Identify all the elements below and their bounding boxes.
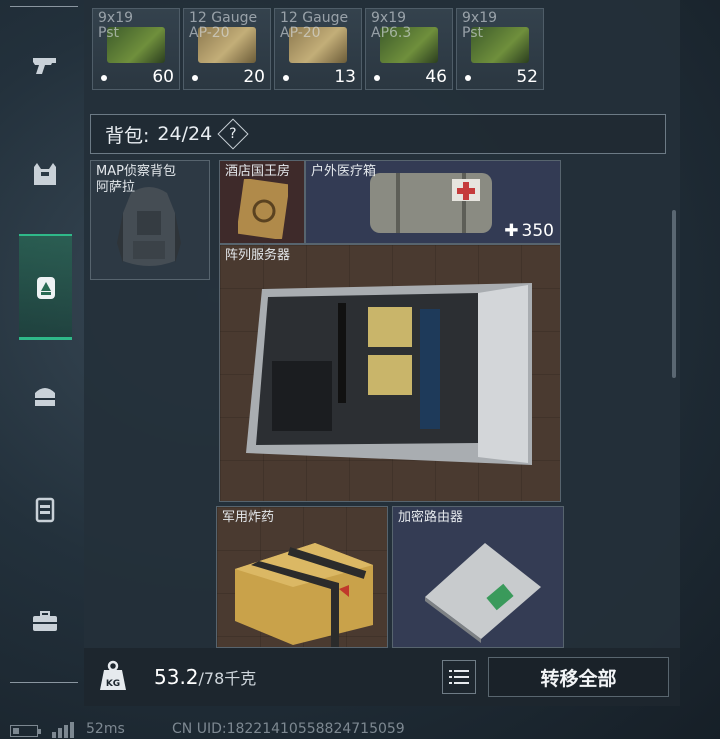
medkit-value: ✚ 350 [504,221,554,241]
item-recon-backpack[interactable]: MAP侦察背包 阿萨拉 [90,160,210,280]
ammo-caliber: 9x19 Pst [462,10,498,41]
keycard-image [238,179,288,239]
transfer-all-button[interactable]: 转移全部 [488,657,669,697]
ping-readout: 52ms [86,721,125,737]
medkit-image [370,173,492,233]
explosive-crate-image [235,543,373,647]
side-rail [0,0,84,739]
ammo-quantity: 46 [425,67,447,87]
scrollbar[interactable] [672,210,676,378]
item-name: 加密路由器 [398,510,464,525]
ammo-marker [192,75,198,81]
carry-weight: 53.2/78千克 [154,665,256,689]
svg-text:KG: KG [106,679,120,689]
backpack-capacity: 24/24 [157,123,213,145]
rail-bottom-divider [10,682,78,683]
ammo-caliber: 12 Gauge AP-20 [189,10,258,41]
briefcase-icon [33,611,57,631]
bottom-bar: KG 53.2/78千克 转移全部 [84,648,680,706]
backpack-image [117,187,181,266]
router-image [425,543,541,643]
ammo-quantity: 60 [152,67,174,87]
ammo-slot[interactable]: 9x19 Pst 52 [456,8,544,90]
rail-tab-vest[interactable] [18,148,72,202]
ammo-marker [283,75,289,81]
rail-tab-case[interactable] [18,482,72,536]
pistol-icon [33,58,56,74]
ammo-quantity: 52 [516,67,538,87]
rail-tab-backpack[interactable] [19,234,72,340]
item-encrypted-router[interactable]: 加密路由器 [392,506,564,648]
rail-tab-weapon[interactable] [18,38,72,92]
weight-kg-icon: KG [100,660,126,690]
backpack-active-icon [36,276,55,299]
ammo-slot[interactable]: 12 Gauge AP-20 13 [274,8,362,90]
list-icon [449,670,469,684]
item-hotel-key[interactable]: 酒店国王房 [219,160,305,244]
ammo-marker [374,75,380,81]
item-name: 军用炸药 [222,510,275,525]
case-icon [35,497,55,523]
help-icon[interactable]: ? [217,118,249,150]
ammo-quantity: 13 [334,67,356,87]
item-name: 阵列服务器 [225,248,291,263]
item-array-server[interactable]: 阵列服务器 [219,244,561,502]
item-medkit[interactable]: 户外医疗箱 ✚ 350 [305,160,561,244]
backpack-header: 背包: 24/24 ? [90,114,666,154]
item-name: 户外医疗箱 [311,164,377,179]
rail-tab-briefcase[interactable] [18,594,72,648]
battery-icon [10,725,41,737]
ammo-marker [101,75,107,81]
rail-top-divider [10,6,78,7]
max-weight: /78千克 [198,669,257,688]
rail-tab-pouch[interactable] [18,370,72,424]
backpack-label: 背包: [105,124,150,147]
ammo-caliber: 9x19 Pst [98,10,134,41]
ammo-caliber: 9x19 AP6.3 [371,10,412,41]
item-military-explosive[interactable]: 军用炸药 [216,506,388,648]
list-view-button[interactable] [442,660,476,694]
ammo-slot[interactable]: 12 Gauge AP-20 20 [183,8,271,90]
current-weight: 53.2 [154,665,199,689]
ammo-caliber: 12 Gauge AP-20 [280,10,349,41]
pouch-icon [35,388,55,406]
ammo-quantity: 20 [243,67,265,87]
ammo-marker [465,75,471,81]
server-image [246,283,532,465]
item-name: 酒店国王房 [225,164,291,179]
ammo-slot[interactable]: 9x19 Pst 60 [92,8,180,90]
user-uid: CN UID:18221410558824715059 [172,721,405,737]
signal-icon [52,722,74,738]
plus-icon: ✚ [504,221,519,241]
item-name: MAP侦察背包 阿萨拉 [96,164,176,195]
status-bar: 52ms CN UID:18221410558824715059 [0,718,720,739]
vest-icon [34,163,56,185]
ammo-slot[interactable]: 9x19 AP6.3 46 [365,8,453,90]
